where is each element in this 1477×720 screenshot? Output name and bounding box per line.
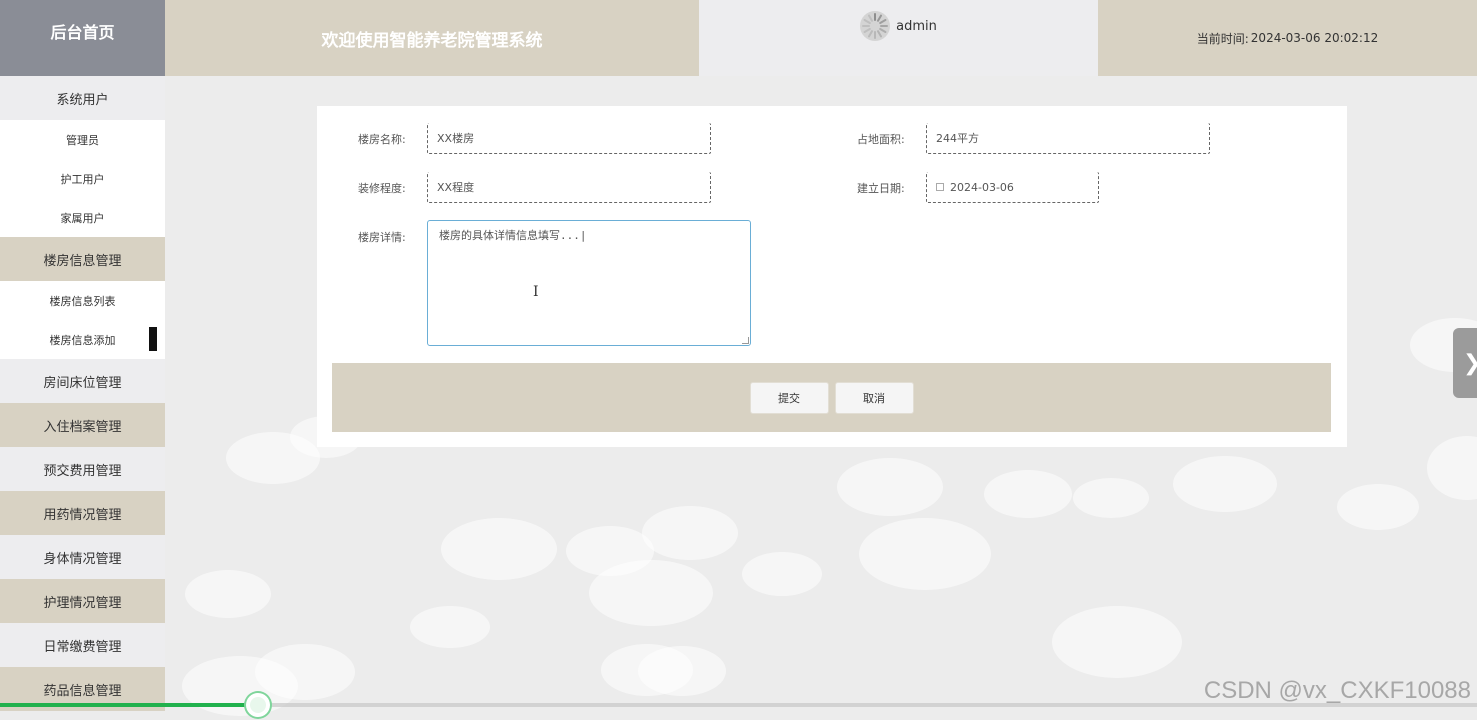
bg-bubble [1052, 606, 1182, 678]
username: admin [896, 18, 937, 34]
text-cursor-icon: I [533, 284, 539, 300]
decoration-label: 装修程度: [358, 182, 406, 195]
bg-bubble [984, 470, 1072, 518]
bg-bubble [185, 570, 271, 618]
detail-textarea[interactable]: 楼房的具体详情信息填写...| [427, 220, 751, 346]
sidebar-group-nursing[interactable]: 护理情况管理 [0, 579, 165, 623]
avatar-icon [860, 11, 891, 41]
brand-home-link[interactable]: 后台首页 [0, 0, 165, 76]
sidebar-item-nurse-users[interactable]: 护工用户 [0, 159, 165, 198]
bg-bubble [742, 552, 822, 596]
video-progress-fill [0, 703, 259, 707]
bg-bubble [1073, 478, 1149, 518]
sidebar-item-admin[interactable]: 管理员 [0, 120, 165, 159]
bg-bubble [441, 518, 557, 580]
chevron-right-icon[interactable]: ❯ [1453, 328, 1477, 398]
time-value: 2024-03-06 20:02:12 [1250, 31, 1379, 45]
sidebar-item-label: 楼房信息添加 [49, 333, 116, 347]
sidebar-item-building-list[interactable]: 楼房信息列表 [0, 281, 165, 320]
sidebar-item-family-users[interactable]: 家属用户 [0, 198, 165, 237]
bg-bubble [642, 506, 738, 560]
watermark: CSDN @vx_CXKF10088 [1203, 677, 1471, 704]
sidebar-group-building[interactable]: 楼房信息管理 [0, 237, 165, 281]
calendar-icon [936, 183, 944, 191]
area-input[interactable]: 244平方 [926, 123, 1210, 154]
sidebar: 系统用户 管理员 护工用户 家属用户 楼房信息管理 楼房信息列表 楼房信息添加 … [0, 76, 165, 720]
sidebar-item-building-add[interactable]: 楼房信息添加 [0, 320, 165, 359]
bg-bubble [410, 606, 490, 648]
bg-bubble [837, 458, 943, 516]
submit-button[interactable]: 提交 [749, 381, 829, 414]
building-name-label: 楼房名称: [358, 133, 406, 146]
sidebar-group-system-users[interactable]: 系统用户 [0, 76, 165, 120]
sidebar-group-prepay[interactable]: 预交费用管理 [0, 447, 165, 491]
sidebar-group-checkin[interactable]: 入住档案管理 [0, 403, 165, 447]
sidebar-group-health[interactable]: 身体情况管理 [0, 535, 165, 579]
build-date-input[interactable]: 2024-03-06 [926, 172, 1099, 203]
bg-bubble [638, 646, 726, 696]
decoration-input[interactable]: XX程度 [427, 172, 711, 203]
bg-bubble [182, 656, 298, 716]
bg-bubble [1427, 436, 1477, 500]
cancel-button[interactable]: 取消 [834, 381, 914, 414]
detail-label: 楼房详情: [358, 231, 406, 244]
bg-bubble [1173, 456, 1277, 512]
bg-bubble [859, 518, 991, 590]
welcome-banner: 欢迎使用智能养老院管理系统 [165, 0, 699, 76]
bg-bubble [1337, 484, 1419, 530]
resize-grip-icon[interactable] [742, 337, 749, 344]
current-time: 当前时间: 2024-03-06 20:02:12 [1098, 0, 1477, 76]
bg-bubble [589, 560, 713, 626]
area-label: 占地面积: [857, 133, 905, 146]
building-form-card: 楼房名称: XX楼房 占地面积: 244平方 装修程度: XX程度 建立日期: … [317, 106, 1347, 447]
sidebar-group-rooms[interactable]: 房间床位管理 [0, 359, 165, 403]
form-actions: 提交 取消 [332, 363, 1331, 432]
build-date-label: 建立日期: [857, 182, 905, 195]
user-panel[interactable]: admin [699, 0, 1098, 76]
detail-text: 楼房的具体详情信息填写...| [439, 229, 587, 242]
sidebar-group-medication[interactable]: 用药情况管理 [0, 491, 165, 535]
video-progress-knob[interactable] [246, 693, 271, 717]
build-date-value: 2024-03-06 [950, 180, 1014, 194]
sidebar-group-daily-fees[interactable]: 日常缴费管理 [0, 623, 165, 667]
building-name-input[interactable]: XX楼房 [427, 123, 711, 154]
time-label: 当前时间: [1196, 31, 1249, 46]
active-indicator [149, 327, 157, 351]
